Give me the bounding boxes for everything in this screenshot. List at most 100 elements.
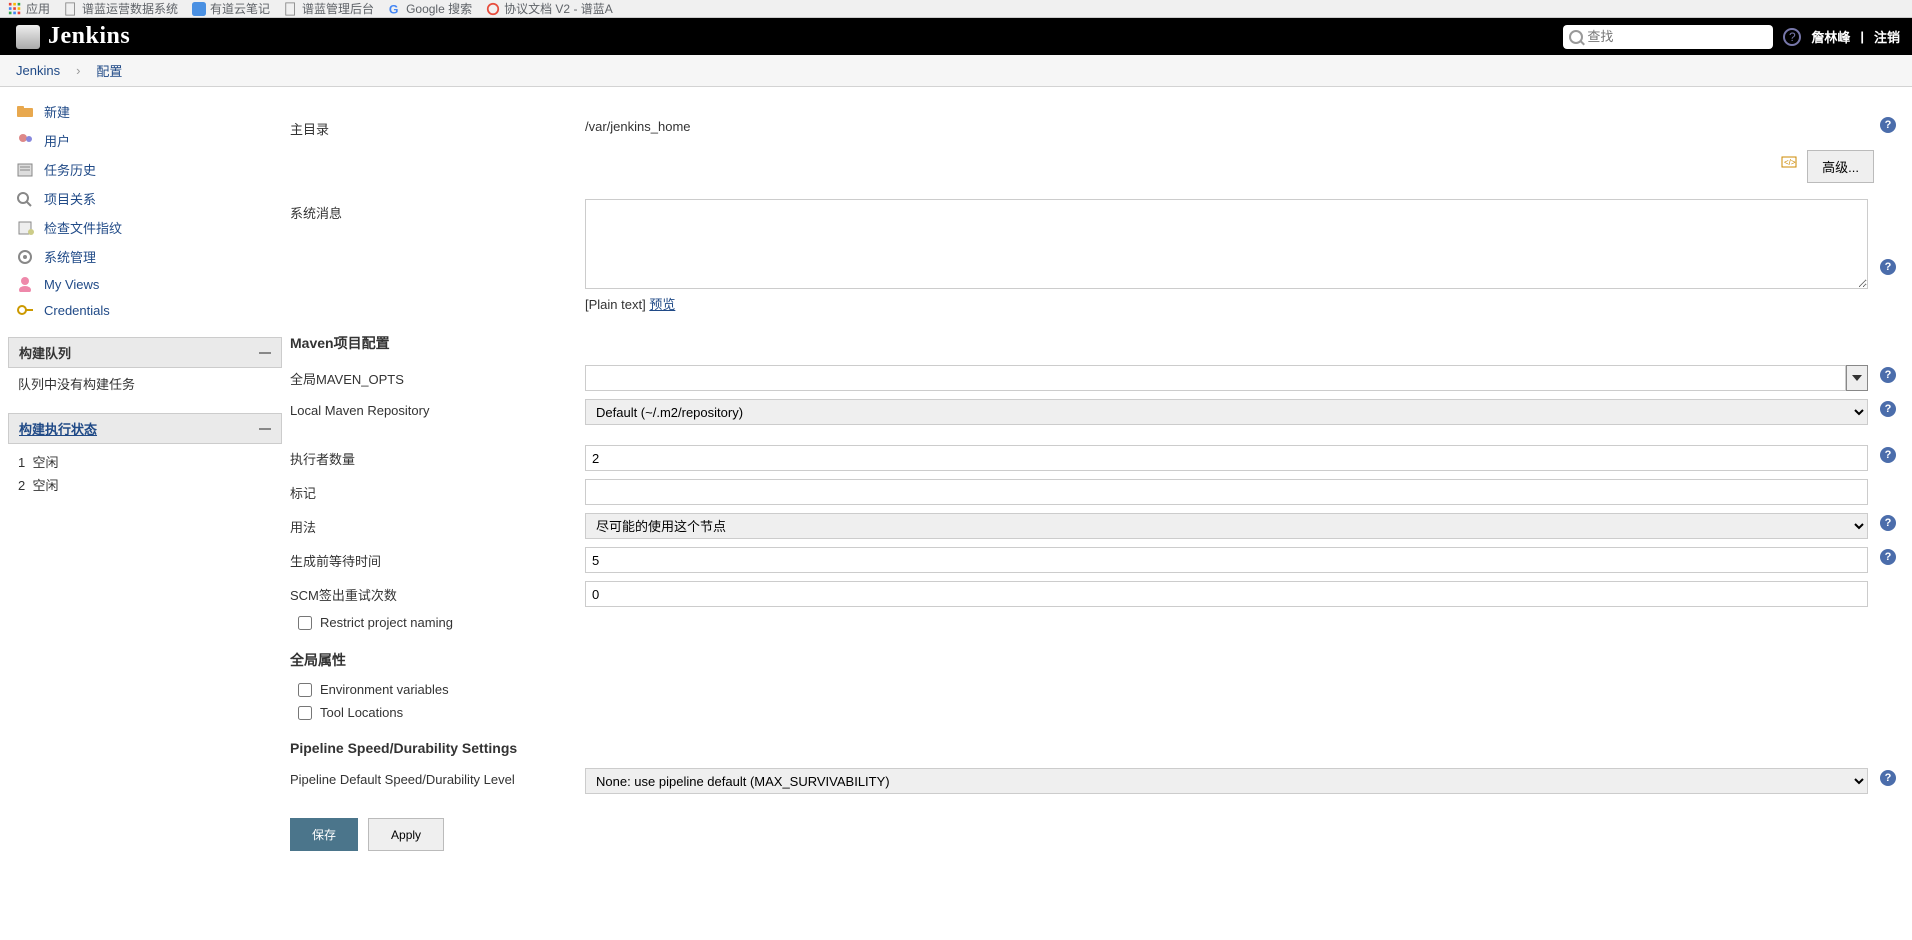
- restrict-naming-label: Restrict project naming: [320, 615, 453, 630]
- executors-input[interactable]: [585, 445, 1868, 471]
- sidebar-item-label: 系统管理: [44, 247, 96, 266]
- quiet-period-input[interactable]: [585, 547, 1868, 573]
- pipeline-level-label: Pipeline Default Speed/Durability Level: [290, 768, 585, 787]
- preview-link[interactable]: 预览: [649, 297, 675, 312]
- usage-select[interactable]: 尽可能的使用这个节点: [585, 513, 1868, 539]
- executor-status: 空闲: [32, 478, 58, 493]
- sidebar-item-users[interactable]: 用户: [8, 126, 282, 155]
- local-repo-select[interactable]: Default (~/.m2/repository): [585, 399, 1868, 425]
- bookmark-label: 有道云笔记: [210, 0, 270, 17]
- home-dir-value: /var/jenkins_home: [585, 115, 1868, 134]
- note-icon: [192, 2, 206, 16]
- executor-number: 2: [18, 478, 25, 493]
- sidebar-item-relations[interactable]: 项目关系: [8, 184, 282, 213]
- config-form: 主目录 /var/jenkins_home ? </> 高级... 系统消息 […: [290, 87, 1912, 875]
- executor-status-header: 构建执行状态: [8, 413, 282, 444]
- maven-opts-input[interactable]: [585, 365, 1846, 391]
- usage-label: 用法: [290, 513, 585, 536]
- help-icon[interactable]: ?: [1880, 117, 1896, 133]
- executors-label: 执行者数量: [290, 445, 585, 468]
- label-label: 标记: [290, 479, 585, 502]
- bookmark-label: 谱蓝运营数据系统: [82, 0, 178, 17]
- advanced-label: 高级...: [1822, 157, 1859, 176]
- sidebar-item-manage[interactable]: 系统管理: [8, 242, 282, 271]
- restrict-naming-row[interactable]: Restrict project naming: [290, 611, 1896, 634]
- sidebar-item-label: 用户: [44, 131, 70, 150]
- sidebar-item-label: 新建: [44, 102, 70, 121]
- dropdown-button[interactable]: [1846, 365, 1868, 391]
- tool-loc-checkbox[interactable]: [298, 706, 312, 720]
- apply-button[interactable]: Apply: [368, 818, 444, 851]
- help-icon[interactable]: ?: [1880, 259, 1896, 275]
- search-box[interactable]: [1563, 25, 1773, 49]
- sidebar-item-new[interactable]: 新建: [8, 97, 282, 126]
- jenkins-logo-text[interactable]: Jenkins: [48, 23, 130, 50]
- label-input[interactable]: [585, 479, 1868, 505]
- apps-button[interactable]: 应用: [8, 0, 50, 17]
- executor-status: 空闲: [32, 455, 58, 470]
- header: Jenkins ? 詹林峰 | 注销: [0, 18, 1912, 55]
- apply-label: Apply: [391, 828, 421, 842]
- scm-retry-input[interactable]: [585, 581, 1868, 607]
- bookmark-0[interactable]: 谱蓝运营数据系统: [64, 0, 178, 17]
- local-repo-label: Local Maven Repository: [290, 399, 585, 418]
- search-input[interactable]: [1583, 29, 1767, 44]
- env-vars-checkbox[interactable]: [298, 683, 312, 697]
- bookmark-3[interactable]: G Google 搜索: [388, 0, 472, 17]
- system-message-input[interactable]: [585, 199, 1868, 289]
- doc-icon: [284, 2, 298, 16]
- svg-text:G: G: [389, 2, 399, 16]
- help-icon[interactable]: ?: [1783, 28, 1801, 46]
- sidebar-item-myviews[interactable]: My Views: [8, 271, 282, 297]
- restrict-naming-checkbox[interactable]: [298, 616, 312, 630]
- search-icon: [16, 191, 36, 207]
- collapse-icon[interactable]: [259, 428, 271, 430]
- sidebar-item-credentials[interactable]: Credentials: [8, 297, 282, 323]
- help-icon[interactable]: ?: [1880, 770, 1896, 786]
- bookmark-label: 协议文档 V2 - 谱蓝A: [504, 0, 613, 17]
- bookmark-2[interactable]: 谱蓝管理后台: [284, 0, 374, 17]
- env-vars-row[interactable]: Environment variables: [290, 678, 1896, 701]
- pipeline-level-select[interactable]: None: use pipeline default (MAX_SURVIVAB…: [585, 768, 1868, 794]
- bookmark-bar: 应用 谱蓝运营数据系统 有道云笔记 谱蓝管理后台 G Google 搜索 协议文档…: [0, 0, 1912, 18]
- apps-label: 应用: [26, 0, 50, 17]
- breadcrumb-sep: ›: [76, 63, 80, 78]
- build-queue-header: 构建队列: [8, 337, 282, 368]
- save-label: 保存: [312, 828, 336, 842]
- code-icon: </>: [1781, 156, 1797, 168]
- help-icon[interactable]: ?: [1880, 367, 1896, 383]
- breadcrumb-current[interactable]: 配置: [96, 61, 122, 80]
- google-icon: G: [388, 2, 402, 16]
- executor-status-title[interactable]: 构建执行状态: [19, 419, 97, 438]
- svg-text:</>: </>: [1784, 158, 1796, 167]
- bookmark-4[interactable]: 协议文档 V2 - 谱蓝A: [486, 0, 613, 17]
- help-icon[interactable]: ?: [1880, 515, 1896, 531]
- sidebar-item-fingerprint[interactable]: 检查文件指纹: [8, 213, 282, 242]
- system-message-label: 系统消息: [290, 199, 585, 222]
- pipeline-section-title: Pipeline Speed/Durability Settings: [290, 740, 1896, 756]
- sidebar-item-label: Credentials: [44, 303, 110, 318]
- sidebar: 新建 用户 任务历史 项目关系 检查文件指纹 系统管理 My Views Cre…: [0, 87, 290, 875]
- search-icon: [1569, 30, 1583, 44]
- sidebar-item-history[interactable]: 任务历史: [8, 155, 282, 184]
- person-icon: [16, 276, 36, 292]
- breadcrumb-root[interactable]: Jenkins: [16, 63, 60, 78]
- tool-loc-row[interactable]: Tool Locations: [290, 701, 1896, 724]
- collapse-icon[interactable]: [259, 352, 271, 354]
- executor-number: 1: [18, 455, 25, 470]
- help-icon[interactable]: ?: [1880, 447, 1896, 463]
- help-icon[interactable]: ?: [1880, 401, 1896, 417]
- save-button[interactable]: 保存: [290, 818, 358, 851]
- advanced-button[interactable]: 高级...: [1807, 150, 1874, 183]
- sidebar-item-label: 任务历史: [44, 160, 96, 179]
- bookmark-1[interactable]: 有道云笔记: [192, 0, 270, 17]
- sidebar-item-label: 检查文件指纹: [44, 218, 122, 237]
- plaintext-label: [Plain text]: [585, 297, 646, 312]
- help-icon[interactable]: ?: [1880, 549, 1896, 565]
- maven-section-title: Maven项目配置: [290, 333, 1896, 353]
- env-vars-label: Environment variables: [320, 682, 449, 697]
- gear-icon: [16, 249, 36, 265]
- bookmark-label: Google 搜索: [406, 0, 472, 17]
- user-link[interactable]: 詹林峰: [1811, 27, 1850, 46]
- logout-link[interactable]: 注销: [1874, 27, 1900, 46]
